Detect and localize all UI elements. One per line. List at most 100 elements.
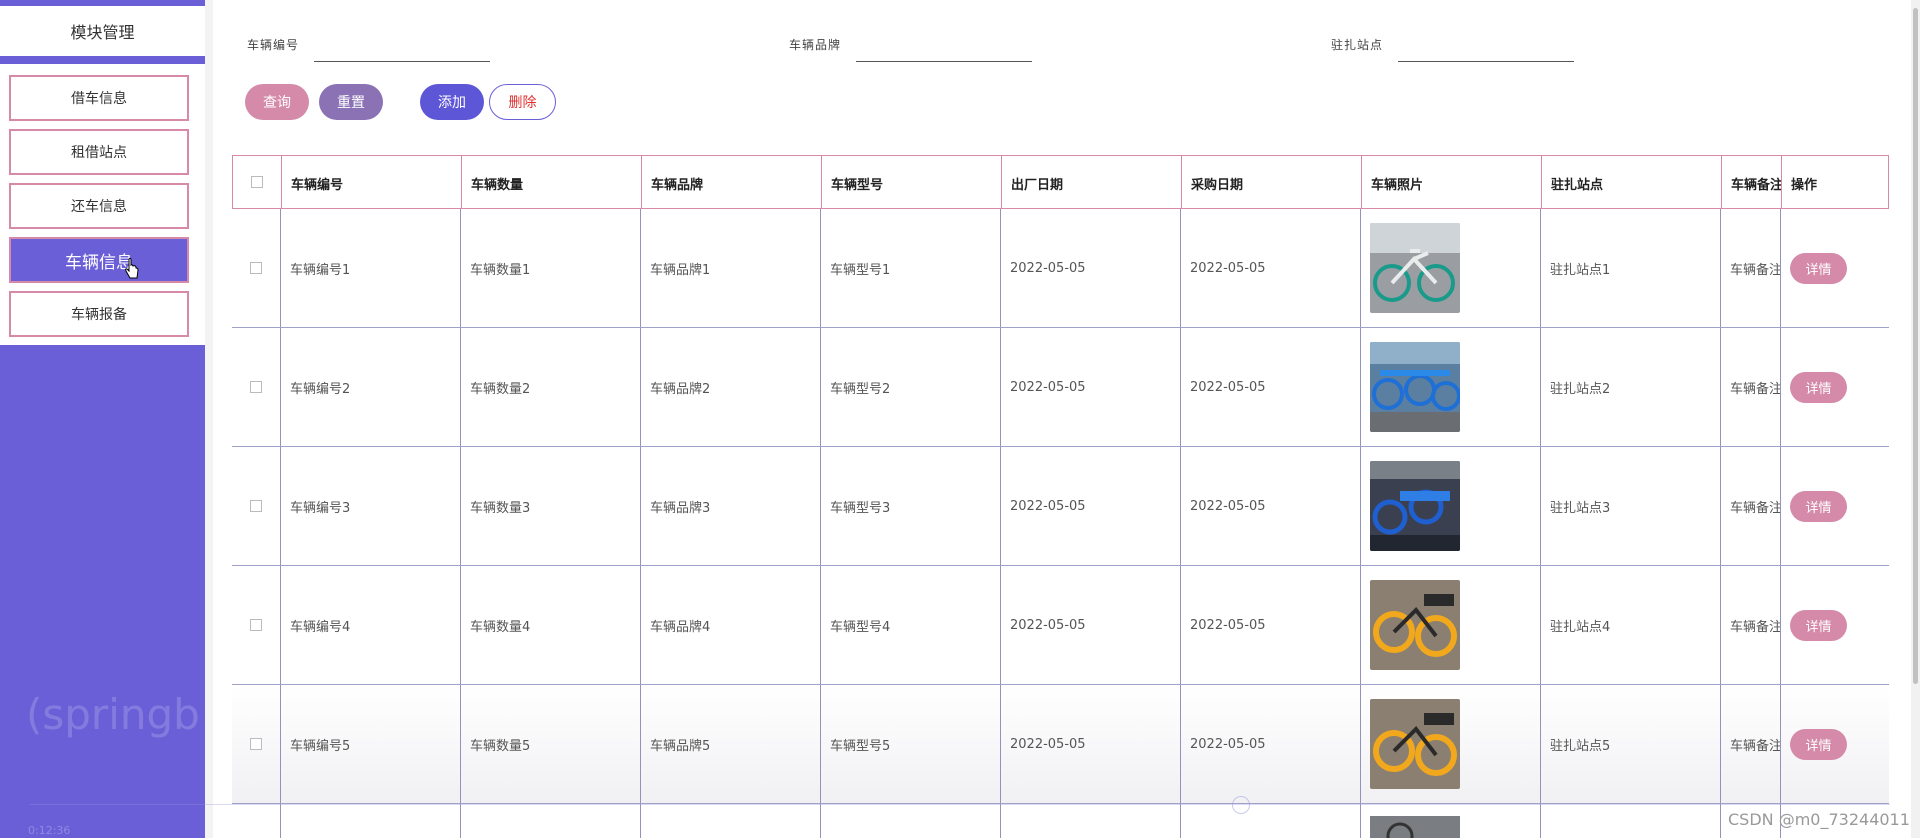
- sidebar-item-vehicle-report[interactable]: 车辆报备: [9, 291, 189, 337]
- cell-made-date: 2022-05-05: [1010, 260, 1086, 276]
- row-checkbox-cell: [232, 447, 280, 565]
- detail-button[interactable]: 详情: [1790, 252, 1847, 284]
- cell-actions: 详情: [1780, 447, 1888, 565]
- hand-cursor-icon: [125, 258, 139, 279]
- row-checkbox[interactable]: [250, 381, 262, 393]
- cell-quantity: 车辆数量3: [470, 500, 531, 516]
- cell-made-date: 2022-05-05: [1010, 498, 1086, 514]
- cell-note: 车辆备注5: [1730, 738, 1780, 754]
- sidebar-item-vehicle-info[interactable]: 车辆信息: [9, 237, 189, 283]
- cell-made-date: 2022-05-05: [1010, 379, 1086, 395]
- cell-quantity: 车辆数量5: [470, 738, 531, 754]
- vehicle-photo[interactable]: [1370, 816, 1460, 838]
- table-row: 车辆编号5 车辆数量5 车辆品牌5 车辆型号5 2022-05-05 2022-…: [232, 685, 1889, 804]
- column-header-vehicle-id[interactable]: 车辆编号: [281, 156, 461, 210]
- video-progress-bar: [30, 804, 1890, 805]
- cell-station: 驻扎站点3: [1550, 500, 1611, 516]
- column-header-quantity[interactable]: 车辆数量: [461, 156, 641, 210]
- cell-purchase-date: 2022-05-05: [1190, 736, 1266, 752]
- search-label-vehicle-id: 车辆编号: [247, 38, 300, 52]
- select-all-checkbox[interactable]: [251, 176, 263, 188]
- row-checkbox[interactable]: [250, 500, 262, 512]
- vehicle-photo[interactable]: [1370, 699, 1460, 789]
- cell-photo: [1360, 328, 1540, 446]
- row-checkbox[interactable]: [250, 619, 262, 631]
- search-label-vehicle-brand: 车辆品牌: [789, 38, 842, 52]
- add-button[interactable]: 添加: [420, 84, 484, 120]
- cell-vehicle-id: 车辆编号1: [290, 262, 351, 278]
- cell-made-date: 2022-05-05: [1010, 736, 1086, 752]
- cell-station: 驻扎站点5: [1550, 738, 1611, 754]
- cell-note: 车辆备注4: [1730, 619, 1780, 635]
- search-input-station[interactable]: [1398, 36, 1574, 62]
- row-checkbox-cell: [232, 566, 280, 684]
- vehicle-photo[interactable]: [1370, 342, 1460, 432]
- cell-note: 车辆备注3: [1730, 500, 1780, 516]
- cell-model: 车辆型号5: [830, 738, 891, 754]
- cell-brand: 车辆品牌3: [650, 500, 711, 516]
- cell-made-date: 2022-05-05: [1010, 617, 1086, 633]
- sidebar-divider: [205, 0, 213, 838]
- column-header-station[interactable]: 驻扎站点: [1541, 156, 1721, 210]
- table-row: 车辆编号3 车辆数量3 车辆品牌3 车辆型号3 2022-05-05 2022-…: [232, 447, 1889, 566]
- cell-model: 车辆型号2: [830, 381, 891, 397]
- cell-actions: 详情: [1780, 328, 1888, 446]
- cell-actions: 详情: [1780, 209, 1888, 327]
- column-header-model[interactable]: 车辆型号: [821, 156, 1001, 210]
- cell-quantity: 车辆数量4: [470, 619, 531, 635]
- scrollbar-thumb[interactable]: [1913, 8, 1918, 684]
- column-header-made-date[interactable]: 出厂日期: [1001, 156, 1181, 210]
- row-checkbox-cell: [232, 209, 280, 327]
- main-content: 车辆编号 车辆品牌 驻扎站点 查询 重置 添加 删除 车辆编号 车辆数量 车辆品…: [213, 0, 1913, 838]
- column-header-brand[interactable]: 车辆品牌: [641, 156, 821, 210]
- query-button[interactable]: 查询: [245, 84, 309, 120]
- cell-actions: 详情: [1780, 566, 1888, 684]
- csdn-watermark: CSDN @m0_73244011: [1728, 810, 1910, 829]
- cell-quantity: 车辆数量1: [470, 262, 531, 278]
- cell-photo: [1360, 209, 1540, 327]
- page-scrollbar[interactable]: [1911, 0, 1920, 838]
- cell-note: 车辆备注2: [1730, 381, 1780, 397]
- column-header-actions: 操作: [1791, 177, 1818, 193]
- video-timestamp: 0:12:36: [28, 824, 71, 837]
- select-all-cell: [233, 156, 281, 208]
- video-watermark: (springbo: [26, 690, 202, 739]
- cell-model: 车辆型号3: [830, 500, 891, 516]
- column-header-photo[interactable]: 车辆照片: [1361, 156, 1541, 210]
- cell-photo: [1360, 447, 1540, 565]
- cell-vehicle-id: 车辆编号2: [290, 381, 351, 397]
- row-checkbox-cell: [232, 685, 280, 803]
- row-checkbox[interactable]: [250, 262, 262, 274]
- cell-station: 驻扎站点1: [1550, 262, 1611, 278]
- column-header-note[interactable]: 车辆备注: [1721, 156, 1781, 210]
- table-row: 车辆编号1 车辆数量1 车辆品牌1 车辆型号1 2022-05-05 2022-…: [232, 209, 1889, 328]
- column-header-purchase-date[interactable]: 采购日期: [1181, 156, 1361, 210]
- row-checkbox[interactable]: [250, 738, 262, 750]
- detail-button[interactable]: 详情: [1790, 609, 1847, 641]
- cell-brand: 车辆品牌2: [650, 381, 711, 397]
- table-header: 车辆编号 车辆数量 车辆品牌 车辆型号 出厂日期 采购日期 车辆照片 驻扎站点 …: [232, 155, 1889, 209]
- detail-button[interactable]: 详情: [1790, 728, 1847, 760]
- table-row: 车辆编号2 车辆数量2 车辆品牌2 车辆型号2 2022-05-05 2022-…: [232, 328, 1889, 447]
- sidebar: 模块管理 借车信息 租借站点 还车信息 车辆信息 车辆报备 (springbo …: [0, 0, 205, 838]
- search-input-vehicle-id[interactable]: [314, 36, 490, 62]
- cell-brand: 车辆品牌1: [650, 262, 711, 278]
- delete-button[interactable]: 删除: [489, 84, 556, 120]
- cell-brand: 车辆品牌5: [650, 738, 711, 754]
- vehicle-photo[interactable]: [1370, 580, 1460, 670]
- sidebar-menu: 借车信息 租借站点 还车信息 车辆信息 车辆报备: [0, 64, 205, 345]
- vehicle-photo[interactable]: [1370, 223, 1460, 313]
- cell-station: 驻扎站点2: [1550, 381, 1611, 397]
- sidebar-item-borrow-info[interactable]: 借车信息: [9, 75, 189, 121]
- cell-vehicle-id: 车辆编号4: [290, 619, 351, 635]
- sidebar-item-return-info[interactable]: 还车信息: [9, 183, 189, 229]
- detail-button[interactable]: 详情: [1790, 490, 1847, 522]
- sidebar-item-rental-station[interactable]: 租借站点: [9, 129, 189, 175]
- table-row: 车辆编号4 车辆数量4 车辆品牌4 车辆型号4 2022-05-05 2022-…: [232, 566, 1889, 685]
- table-row-partial: [232, 804, 1889, 838]
- search-input-vehicle-brand[interactable]: [856, 36, 1032, 62]
- detail-button[interactable]: 详情: [1790, 371, 1847, 403]
- reset-button[interactable]: 重置: [319, 84, 383, 120]
- vehicle-photo[interactable]: [1370, 461, 1460, 551]
- sidebar-title: 模块管理: [0, 6, 205, 56]
